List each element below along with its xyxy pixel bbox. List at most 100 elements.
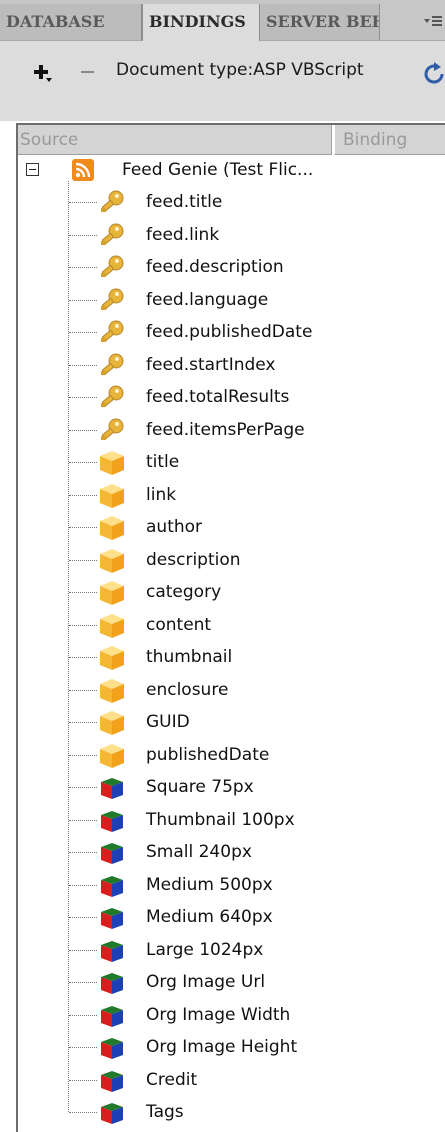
key-icon	[98, 287, 126, 315]
tree-item-label: feed.publishedDate	[146, 322, 313, 342]
tree-item-row[interactable]: Small 240px	[18, 837, 445, 869]
tree-item-row[interactable]: Org Image Url	[18, 967, 445, 999]
tree-item-row[interactable]: feed.startIndex	[18, 350, 445, 382]
box-icon	[98, 612, 126, 640]
rgb-cube-icon	[98, 1067, 126, 1095]
tree-item-row[interactable]: Medium 640px	[18, 902, 445, 934]
tree-connector-line	[69, 494, 97, 496]
tree-item-row[interactable]: enclosure	[18, 675, 445, 707]
tree-item-row[interactable]: thumbnail	[18, 642, 445, 674]
tree-connector-line	[69, 299, 97, 301]
rgb-cube-icon	[98, 1099, 126, 1127]
panel-tab-bar: DATABASE BINDINGS SERVER BEH	[0, 0, 445, 41]
tree-item-row[interactable]: content	[18, 610, 445, 642]
tree-item-row[interactable]: feed.link	[18, 220, 445, 252]
tree-item-row[interactable]: title	[18, 447, 445, 479]
tree-item-label: category	[146, 582, 222, 602]
tree-connector-line	[69, 949, 97, 951]
tree-connector-line	[69, 917, 97, 918]
tree-item-label: Small 240px	[146, 842, 252, 862]
tree-item-label: enclosure	[146, 679, 229, 700]
key-icon	[98, 319, 126, 347]
tab-server-behaviors[interactable]: SERVER BEH	[260, 4, 380, 40]
box-icon	[98, 449, 126, 477]
tree-item-row[interactable]: feed.language	[18, 285, 445, 317]
box-icon	[98, 677, 126, 705]
minus-icon[interactable]	[73, 58, 103, 88]
tree-root-label: Feed Genie (Test Flic...	[122, 160, 314, 180]
tree-connector-line	[69, 819, 97, 821]
tree-connector-line	[69, 397, 97, 398]
tree-item-row[interactable]: feed.title	[18, 187, 445, 219]
tree-root-row[interactable]: Feed Genie (Test Flic...	[18, 155, 445, 187]
tab-bindings[interactable]: BINDINGS	[142, 4, 260, 41]
rss-feed-icon	[72, 159, 94, 181]
tree-item-label: Org Image Height	[146, 1037, 298, 1057]
tree-connector-line	[69, 884, 97, 886]
tree-item-row[interactable]: category	[18, 577, 445, 609]
tree-connector-line	[69, 527, 97, 528]
tree-item-row[interactable]: Medium 500px	[18, 870, 445, 902]
tree-item-row[interactable]: Org Image Height	[18, 1032, 445, 1064]
tree-item-label: feed.language	[146, 289, 269, 310]
tree-item-row[interactable]: Thumbnail 100px	[18, 805, 445, 837]
bindings-toolbar: Document type:ASP VBScript	[0, 41, 445, 121]
key-icon	[98, 189, 126, 217]
tree-connector-line	[69, 852, 97, 853]
tree-item-label: content	[146, 614, 212, 635]
tree-item-row[interactable]: feed.description	[18, 252, 445, 284]
tree-item-row[interactable]: Org Image Width	[18, 1000, 445, 1032]
tree-item-row[interactable]: description	[18, 545, 445, 577]
key-icon	[98, 352, 126, 380]
key-icon	[98, 384, 126, 412]
box-icon	[98, 547, 126, 575]
tree-item-label: GUID	[146, 712, 190, 732]
tree-item-label: Large 1024px	[146, 939, 264, 960]
column-header-source[interactable]: Source	[18, 125, 332, 155]
box-icon	[98, 742, 126, 770]
rgb-cube-icon	[98, 872, 126, 900]
tree-connector-line	[69, 787, 97, 788]
tree-connector-line	[69, 1112, 97, 1113]
tree-item-label: Medium 500px	[146, 874, 273, 895]
tree-item-label: Org Image Width	[146, 1004, 291, 1025]
tree-item-row[interactable]: Credit	[18, 1065, 445, 1097]
tree-connector-line	[69, 462, 97, 463]
tree-item-row[interactable]: feed.totalResults	[18, 382, 445, 414]
tree-item-row[interactable]: link	[18, 480, 445, 512]
refresh-icon[interactable]	[422, 61, 445, 87]
document-type-label: Document type:ASP VBScript	[116, 60, 364, 80]
tree-item-row[interactable]: feed.itemsPerPage	[18, 415, 445, 447]
tree-item-label: Thumbnail 100px	[146, 809, 295, 830]
tree-item-label: link	[146, 484, 177, 505]
tree-item-row[interactable]: Large 1024px	[18, 935, 445, 967]
tree-item-label: Credit	[146, 1069, 198, 1090]
tree-item-label: publishedDate	[146, 744, 270, 765]
rgb-cube-icon	[98, 807, 126, 835]
tree-item-label: Org Image Url	[146, 972, 266, 992]
tree-connector-line	[69, 1079, 97, 1081]
tree-connector-line	[69, 364, 97, 366]
tree-connector-line	[69, 689, 97, 691]
tree-item-label: feed.totalResults	[146, 387, 290, 407]
tab-database[interactable]: DATABASE	[0, 4, 142, 40]
tree-item-row[interactable]: Tags	[18, 1097, 445, 1129]
tree-item-row[interactable]: author	[18, 512, 445, 544]
tree-item-label: Medium 640px	[146, 907, 273, 927]
tree-item-row[interactable]: GUID	[18, 707, 445, 739]
rgb-cube-icon	[98, 839, 126, 867]
tree-item-row[interactable]: feed.publishedDate	[18, 317, 445, 349]
key-icon	[98, 254, 126, 282]
tree-item-row[interactable]: Square 75px	[18, 772, 445, 804]
panel-menu-icon[interactable]	[420, 12, 445, 32]
rgb-cube-icon	[98, 1034, 126, 1062]
tree-connector-line	[69, 754, 97, 756]
collapse-toggle-icon[interactable]	[26, 163, 39, 176]
tree-item-label: feed.link	[146, 224, 220, 245]
plus-icon[interactable]	[28, 58, 58, 88]
rgb-cube-icon	[98, 904, 126, 932]
tree-item-label: feed.itemsPerPage	[146, 419, 305, 440]
tree-item-row[interactable]: publishedDate	[18, 740, 445, 772]
column-header-binding[interactable]: Binding	[334, 125, 445, 155]
tree-connector-line	[69, 332, 97, 333]
